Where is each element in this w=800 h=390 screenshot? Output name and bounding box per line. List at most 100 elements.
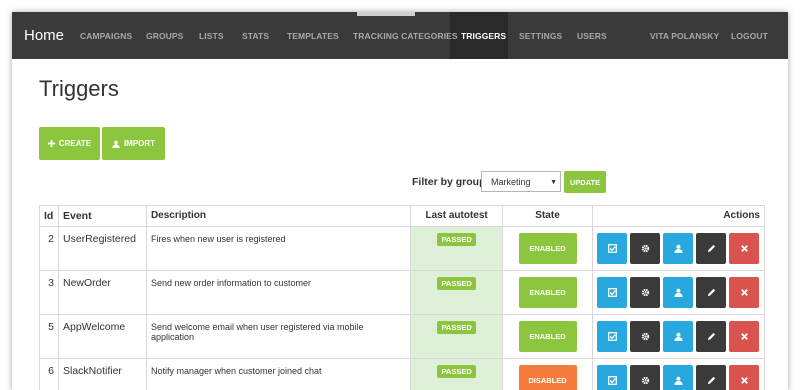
passed-badge: PASSED [437,321,476,334]
edit-button[interactable] [696,321,726,352]
group-filter-select[interactable]: Marketing ▼ [481,171,561,192]
row-actions [592,358,765,390]
header-description: Description [145,205,412,227]
nav-item-stats[interactable]: STATS [242,31,269,41]
gear-icon [641,332,649,341]
import-user-button[interactable] [663,233,693,264]
pencil-icon [707,288,715,297]
row-actions [592,314,765,359]
nav-notch [357,12,415,16]
pencil-icon [707,332,715,341]
state-toggle-button[interactable]: DISABLED [518,365,577,390]
row-id: 6 [39,358,59,390]
row-description: Send new order information to customer [145,270,412,315]
import-button[interactable]: IMPORT [102,127,165,160]
close-icon [740,289,748,296]
gear-icon [641,244,649,253]
passed-badge: PASSED [437,277,476,290]
import-button-label: IMPORT [123,139,156,148]
plus-icon [47,140,55,147]
user-icon [673,288,683,297]
user-import-icon [112,140,120,148]
triggers-table: Id Event Description Last autotest State… [39,205,765,390]
row-actions [592,226,765,271]
create-button-label: CREATE [58,139,92,148]
row-actions [592,270,765,315]
nav-item-groups[interactable]: GROUPS [146,31,183,41]
check-icon [607,244,617,253]
row-autotest-cell: PASSED [410,314,504,359]
delete-button[interactable] [729,365,759,390]
filter-label: Filter by group [412,176,486,188]
edit-button[interactable] [696,365,726,390]
header-state: State [502,205,593,227]
row-id: 5 [39,314,59,359]
pencil-icon [707,244,715,253]
row-description: Fires when new user is registered [145,226,412,271]
nav-item-lists[interactable]: LISTS [199,31,224,41]
edit-button[interactable] [696,277,726,308]
delete-button[interactable] [729,233,759,264]
table-row: 2 UserRegistered Fires when new user is … [39,226,765,271]
user-icon [673,376,683,385]
state-toggle-button[interactable]: ENABLED [518,321,577,352]
row-autotest-cell: PASSED [410,270,504,315]
row-state-cell: ENABLED [502,226,593,271]
delete-button[interactable] [729,277,759,308]
pencil-icon [707,376,715,385]
row-id: 2 [39,226,59,271]
app-window: Home CAMPAIGNS GROUPS LISTS STATS TEMPLA… [12,12,788,390]
gear-icon [641,288,649,297]
state-toggle-button[interactable]: ENABLED [518,233,577,264]
import-user-button[interactable] [663,365,693,390]
row-state-cell: ENABLED [502,314,593,359]
row-description: Notify manager when customer joined chat [145,358,412,390]
row-autotest-cell: PASSED [410,358,504,390]
group-filter-value: Marketing [491,176,531,187]
row-state-cell: ENABLED [502,270,593,315]
settings-button[interactable] [630,321,660,352]
row-event: AppWelcome [57,314,147,359]
passed-badge: PASSED [437,233,476,246]
test-button[interactable] [597,277,627,308]
gear-icon [641,376,649,385]
settings-button[interactable] [630,277,660,308]
check-icon [607,288,617,297]
nav-item-settings[interactable]: SETTINGS [519,31,562,41]
nav-item-templates[interactable]: TEMPLATES [287,31,339,41]
test-button[interactable] [597,365,627,390]
state-toggle-button[interactable]: ENABLED [518,277,577,308]
nav-item-tracking-categories[interactable]: TRACKING CATEGORIES [353,31,458,41]
table-row: 5 AppWelcome Send welcome email when use… [39,314,765,359]
check-icon [607,332,617,341]
header-event: Event [57,205,147,227]
settings-button[interactable] [630,233,660,264]
user-icon [673,332,683,341]
nav-item-campaigns[interactable]: CAMPAIGNS [80,31,132,41]
import-user-button[interactable] [663,321,693,352]
row-event: UserRegistered [57,226,147,271]
nav-logout[interactable]: LOGOUT [731,31,768,41]
update-button[interactable]: UPDATE [564,171,606,193]
nav-item-triggers[interactable]: TRIGGERS [461,31,506,41]
delete-button[interactable] [729,321,759,352]
test-button[interactable] [597,321,627,352]
close-icon [740,377,748,384]
close-icon [740,245,748,252]
row-autotest-cell: PASSED [410,226,504,271]
row-id: 3 [39,270,59,315]
nav-brand-home[interactable]: Home [24,27,64,44]
row-event: NewOrder [57,270,147,315]
table-row: 6 SlackNotifier Notify manager when cust… [39,358,765,390]
header-last-autotest: Last autotest [410,205,504,227]
import-user-button[interactable] [663,277,693,308]
edit-button[interactable] [696,233,726,264]
table-header-row: Id Event Description Last autotest State… [39,205,765,227]
nav-item-users[interactable]: USERS [577,31,607,41]
nav-user-name[interactable]: VITA POLANSKY [650,31,719,41]
top-navbar: Home CAMPAIGNS GROUPS LISTS STATS TEMPLA… [12,12,788,59]
test-button[interactable] [597,233,627,264]
table-row: 3 NewOrder Send new order information to… [39,270,765,315]
create-button[interactable]: CREATE [39,127,100,160]
settings-button[interactable] [630,365,660,390]
